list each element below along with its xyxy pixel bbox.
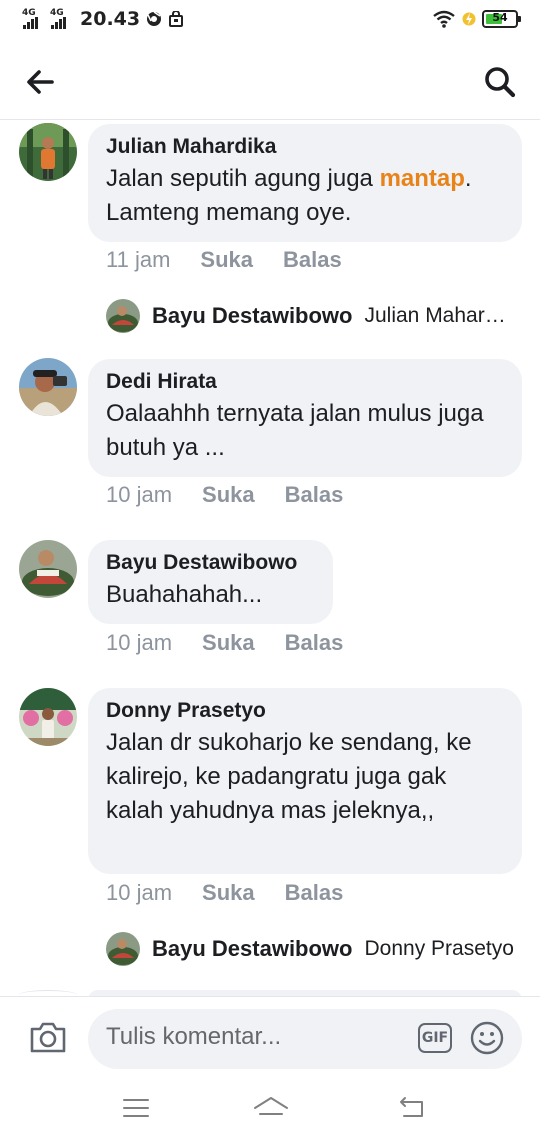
comment-bubble[interactable]: Dedi Hirata Oalaahhh ternyata jalan mulu…: [88, 359, 522, 477]
arrow-left-icon: [27, 70, 54, 94]
search-icon: [485, 67, 516, 98]
gif-button[interactable]: GIF: [418, 1023, 452, 1053]
charging-icon: [462, 12, 476, 26]
back-nav-button[interactable]: [396, 1094, 428, 1122]
status-right: 54: [432, 10, 521, 28]
reply-button[interactable]: Balas: [285, 630, 344, 656]
like-button[interactable]: Suka: [202, 630, 255, 656]
like-button[interactable]: Suka: [200, 247, 253, 273]
chrome-icon: [147, 11, 162, 26]
camera-button[interactable]: [28, 1019, 68, 1055]
comment-time: 10 jam: [106, 880, 173, 905]
reply-preview[interactable]: Bayu Destawibowo Donny Prasetyo: [106, 932, 516, 966]
reply-author: Bayu Destawibowo: [152, 936, 353, 961]
emoji-button[interactable]: [470, 1021, 504, 1055]
reply-preview[interactable]: Bayu Destawibowo Julian Mahardika: [106, 299, 516, 333]
comment-bubble[interactable]: Julian Mahardika Jalan seputih agung jug…: [88, 124, 522, 242]
signal-icon: 4G: [50, 8, 72, 30]
status-left: 4G 4G 20.43: [22, 8, 184, 30]
comment-text: Jalan seputih agung juga mantap. Lamteng…: [106, 165, 472, 226]
top-app-bar: [0, 42, 540, 120]
back-nav-icon: [400, 1097, 423, 1117]
avatar: [106, 932, 140, 966]
avatar[interactable]: [19, 688, 77, 746]
comment-text: Oalaahhh ternyata jalan mulus juga butuh…: [106, 400, 484, 461]
reply-button[interactable]: Balas: [283, 247, 342, 273]
avatar: [106, 299, 140, 333]
avatar[interactable]: [19, 540, 77, 598]
comment-author[interactable]: Bayu Destawibowo: [106, 550, 315, 576]
comment-time: 10 jam: [106, 482, 173, 507]
comment-time: 11 jam: [106, 247, 171, 272]
wifi-icon: [433, 10, 455, 28]
avatar[interactable]: [19, 358, 77, 416]
comment-bubble[interactable]: Bayu Destawibowo Buahahahah...: [88, 540, 333, 624]
home-icon: [254, 1097, 288, 1115]
search-button[interactable]: [480, 62, 520, 102]
comment-bubble[interactable]: Donny Prasetyo Jalan dr sukoharjo ke sen…: [88, 688, 522, 874]
status-time: 20.43: [80, 8, 141, 30]
comment-actions: 10 jam Suka Balas: [106, 880, 343, 906]
signal-icon: 4G: [22, 8, 44, 30]
comment-text: Jalan dr sukoharjo ke sendang, ke kalire…: [106, 729, 472, 824]
home-button[interactable]: [252, 1094, 290, 1122]
comment-actions: 10 jam Suka Balas: [106, 630, 343, 656]
comment-text: Buahahahah...: [106, 581, 263, 608]
like-button[interactable]: Suka: [202, 880, 255, 906]
battery-icon: 54: [482, 10, 521, 28]
like-button[interactable]: Suka: [202, 482, 255, 508]
camera-icon: [30, 1022, 66, 1053]
reply-author: Bayu Destawibowo: [152, 303, 353, 328]
comment-actions: 11 jam Suka Balas: [106, 247, 342, 273]
comment-link[interactable]: mantap: [380, 165, 465, 192]
reply-button[interactable]: Balas: [285, 880, 344, 906]
comment-actions: 10 jam Suka Balas: [106, 482, 343, 508]
battery-percent: 54: [492, 11, 508, 24]
status-bar: 4G 4G 20.43 54: [0, 0, 540, 42]
system-nav-bar: [0, 1080, 540, 1140]
comment-input[interactable]: Tulis komentar... GIF: [88, 1009, 522, 1069]
avatar[interactable]: [19, 123, 77, 181]
comment-author[interactable]: Donny Prasetyo: [106, 698, 504, 724]
comment-composer: Tulis komentar... GIF: [0, 996, 540, 1080]
comment-time: 10 jam: [106, 630, 173, 655]
smiley-icon: [470, 1021, 504, 1055]
comment-author[interactable]: Julian Mahardika: [106, 134, 504, 160]
back-button[interactable]: [22, 64, 62, 100]
comment-input-placeholder: Tulis komentar...: [106, 1023, 282, 1050]
reply-text: Julian Mahardika: [364, 304, 516, 327]
shopping-bag-icon: [169, 11, 184, 27]
menu-lines-icon: [123, 1099, 149, 1117]
recents-button[interactable]: [120, 1094, 152, 1122]
reply-button[interactable]: Balas: [285, 482, 344, 508]
comment-author[interactable]: Dedi Hirata: [106, 369, 504, 395]
reply-text: Donny Prasetyo: [364, 937, 514, 960]
